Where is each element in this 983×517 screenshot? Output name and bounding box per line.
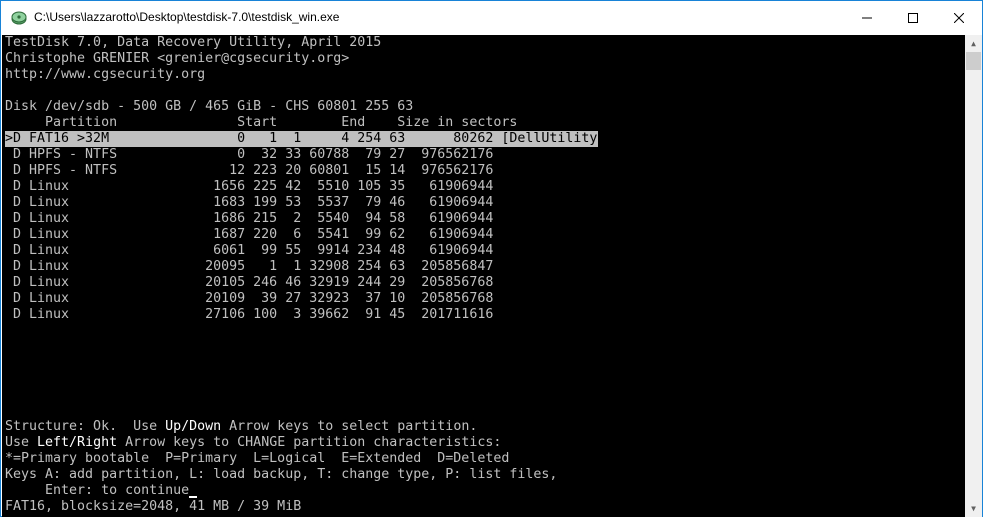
partition-row[interactable]: D Linux 1687 220 6 5541 99 62 61906944 xyxy=(5,227,493,243)
console-area[interactable]: TestDisk 7.0, Data Recovery Utility, Apr… xyxy=(2,35,965,517)
author-line: Christophe GRENIER <grenier@cgsecurity.o… xyxy=(5,51,350,66)
change-characteristics-line: Use Left/Right Arrow keys to CHANGE part… xyxy=(5,435,501,451)
minimize-icon xyxy=(862,17,872,18)
disk-info-line: Disk /dev/sdb - 500 GB / 465 GiB - CHS 6… xyxy=(5,99,414,114)
website-line: http://www.cgsecurity.org xyxy=(5,67,206,82)
minimize-button[interactable] xyxy=(844,1,890,34)
left-right-key-hint: Left/Right xyxy=(37,435,118,450)
partition-row[interactable]: D Linux 20109 39 27 32923 37 10 20585676… xyxy=(5,291,493,307)
use-text: Use xyxy=(5,435,38,450)
console-window: C:\Users\lazzarotto\Desktop\testdisk-7.0… xyxy=(0,0,983,517)
scroll-up-arrow-icon[interactable]: ▲ xyxy=(965,35,982,52)
keys-help-line: Keys A: add partition, L: load backup, T… xyxy=(5,467,558,482)
selected-partition-info: FAT16, blocksize=2048, 41 MB / 39 MiB xyxy=(5,499,302,514)
scroll-down-arrow-icon[interactable]: ▼ xyxy=(965,500,982,517)
window-title: C:\Users\lazzarotto\Desktop\testdisk-7.0… xyxy=(34,10,340,24)
close-icon xyxy=(954,12,964,23)
title-bar[interactable]: C:\Users\lazzarotto\Desktop\testdisk-7.0… xyxy=(1,1,982,34)
enter-continue-text: Enter: to continue xyxy=(5,483,190,498)
partition-row[interactable]: D Linux 6061 99 55 9914 234 48 61906944 xyxy=(5,243,493,259)
partition-row[interactable]: D Linux 1686 215 2 5540 94 58 61906944 xyxy=(5,211,493,227)
app-title-line: TestDisk 7.0, Data Recovery Utility, Apr… xyxy=(5,35,382,50)
partition-row[interactable]: D Linux 1656 225 42 5510 105 35 61906944 xyxy=(5,179,493,195)
maximize-button[interactable] xyxy=(890,1,936,34)
legend-line: *=Primary bootable P=Primary L=Logical E… xyxy=(5,451,510,466)
partition-row-selected[interactable]: >D FAT16 >32M 0 1 1 4 254 63 80262 [Dell… xyxy=(5,131,605,147)
structure-status-text: Structure: Ok. Use xyxy=(5,419,166,434)
select-instruction-text: Arrow keys to select partition. xyxy=(221,419,478,434)
testdisk-app-icon xyxy=(11,11,27,25)
partition-row[interactable]: D Linux 20105 246 46 32919 244 29 205856… xyxy=(5,275,493,291)
up-down-key-hint: Up/Down xyxy=(165,419,222,434)
partition-row[interactable]: D Linux 27106 100 3 39662 91 45 20171161… xyxy=(5,307,493,323)
text-cursor xyxy=(189,496,198,498)
partition-row[interactable]: D HPFS - NTFS 12 223 20 60801 15 14 9765… xyxy=(5,163,493,179)
close-button[interactable] xyxy=(936,1,982,34)
partition-row[interactable]: D Linux 20095 1 1 32908 254 63 205856847 xyxy=(5,259,493,275)
maximize-icon xyxy=(908,12,918,23)
scrollbar-thumb[interactable] xyxy=(966,52,981,70)
change-instruction-text: Arrow keys to CHANGE partition character… xyxy=(117,435,502,450)
enter-continue-line: Enter: to continue xyxy=(5,483,198,499)
partition-row[interactable]: D HPFS - NTFS 0 32 33 60788 79 27 976562… xyxy=(5,147,493,163)
structure-status-line: Structure: Ok. Use Up/Down Arrow keys to… xyxy=(5,419,477,435)
partition-columns-header: Partition Start End Size in sectors xyxy=(5,115,518,130)
vertical-scrollbar[interactable]: ▲ ▼ xyxy=(965,35,982,517)
partition-row[interactable]: D Linux 1683 199 53 5537 79 46 61906944 xyxy=(5,195,493,211)
